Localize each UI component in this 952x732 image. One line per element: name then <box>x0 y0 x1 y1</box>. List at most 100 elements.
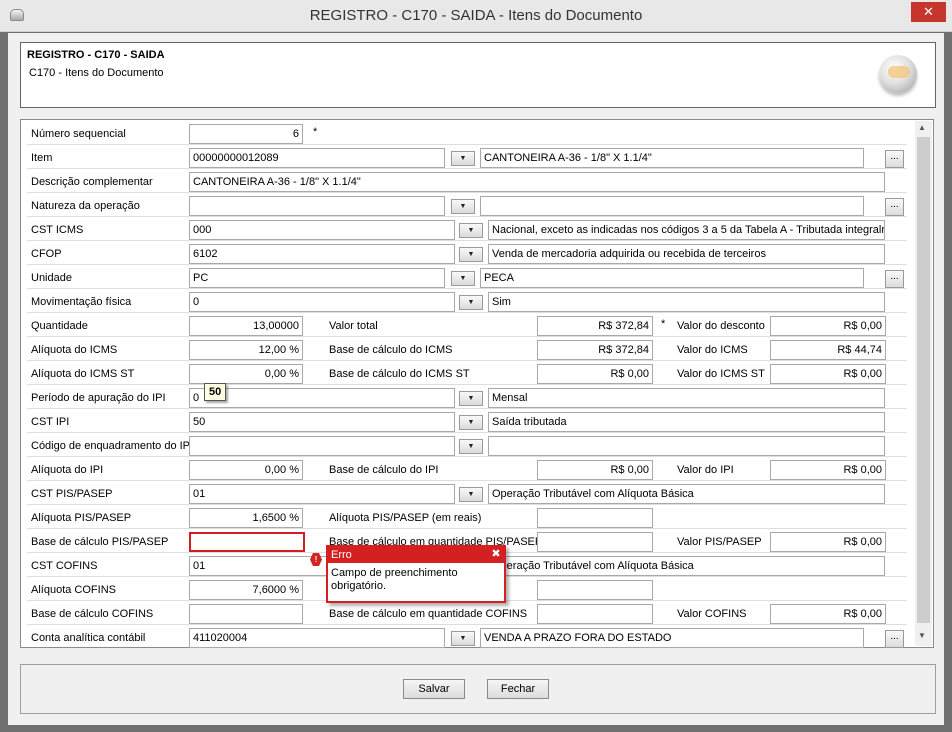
aliquota-cofins-input[interactable]: 7,6000 % <box>189 580 303 600</box>
error-popup-title: Erro <box>328 547 504 563</box>
title-bar[interactable]: REGISTRO - C170 - SAIDA - Itens do Docum… <box>0 0 952 32</box>
row-aliquota-icms: Alíquota do ICMS 12,00 % Base de cálculo… <box>27 339 907 361</box>
valor-pis-input[interactable]: R$ 0,00 <box>770 532 886 552</box>
cst-ipi-description-field[interactable]: Saída tributada <box>488 412 885 432</box>
dialog-body: REGISTRO - C170 - SAIDA C170 - Itens do … <box>8 33 944 725</box>
base-icms-st-input[interactable]: R$ 0,00 <box>537 364 653 384</box>
aliquota-icms-input[interactable]: 12,00 % <box>189 340 303 360</box>
cst-pis-code-input[interactable]: 01 <box>189 484 455 504</box>
row-aliquota-ipi: Alíquota do IPI 0,00 % Base de cálculo d… <box>27 459 907 481</box>
valor-desconto-input[interactable]: R$ 0,00 <box>770 316 886 336</box>
natureza-operacao-label: Natureza da operação <box>31 200 140 212</box>
valor-ipi-input[interactable]: R$ 0,00 <box>770 460 886 480</box>
movimentacao-fisica-description-field[interactable]: Sim <box>488 292 885 312</box>
scrollbar-thumb[interactable] <box>917 137 930 623</box>
cst-cofins-description-field[interactable]: Operação Tributável com Alíquota Básica <box>488 556 885 576</box>
unidade-description-field[interactable]: PECA <box>480 268 864 288</box>
descricao-complementar-label: Descrição complementar <box>31 176 153 188</box>
cfop-description-field[interactable]: Venda de mercadoria adquirida ou recebid… <box>488 244 885 264</box>
periodo-ipi-code-input[interactable]: 0 <box>189 388 455 408</box>
conta-analitica-description-field[interactable]: VENDA A PRAZO FORA DO ESTADO <box>480 628 864 648</box>
base-icms-input[interactable]: R$ 372,84 <box>537 340 653 360</box>
cst-pis-dropdown-button[interactable]: ▼ <box>459 487 483 502</box>
row-quantidade: Quantidade 13,00000 Valor total R$ 372,8… <box>27 315 907 337</box>
more-icon: ... <box>890 631 899 642</box>
vertical-scrollbar[interactable]: ▲ ▼ <box>915 121 932 646</box>
cst-ipi-dropdown-button[interactable]: ▼ <box>459 415 483 430</box>
aliquota-pis-input[interactable]: 1,6500 % <box>189 508 303 528</box>
close-window-button[interactable]: ✕ <box>911 2 946 22</box>
cfop-code-input[interactable]: 6102 <box>189 244 455 264</box>
error-popup-message: Campo de preenchimento obrigatório. <box>331 567 458 592</box>
quantidade-input[interactable]: 13,00000 <box>189 316 303 336</box>
natureza-operacao-code-input[interactable] <box>189 196 445 216</box>
window-title: REGISTRO - C170 - SAIDA - Itens do Docum… <box>309 7 643 24</box>
valor-icms-st-input[interactable]: R$ 0,00 <box>770 364 886 384</box>
natureza-operacao-description-field[interactable] <box>480 196 864 216</box>
app-logo-icon <box>879 55 917 93</box>
footer-panel: Salvar Fechar <box>20 664 936 714</box>
descricao-complementar-input[interactable]: CANTONEIRA A-36 - 1/8" X 1.1/4" <box>189 172 885 192</box>
aliquota-cofins-reais-input[interactable] <box>537 580 653 600</box>
chevron-down-icon: ▼ <box>467 443 475 450</box>
unidade-code-input[interactable]: PC <box>189 268 445 288</box>
row-aliquota-pis: Alíquota PIS/PASEP 1,6500 % Alíquota PIS… <box>27 507 907 529</box>
aliquota-ipi-input[interactable]: 0,00 % <box>189 460 303 480</box>
cfop-dropdown-button[interactable]: ▼ <box>459 247 483 262</box>
cst-icms-dropdown-button[interactable]: ▼ <box>459 223 483 238</box>
base-pis-input[interactable] <box>189 532 305 552</box>
close-button[interactable]: Fechar <box>487 679 549 699</box>
conta-analitica-code-input[interactable]: 411020004 <box>189 628 445 648</box>
row-cst-pis: CST PIS/PASEP 01 ▼ Operação Tributável c… <box>27 483 907 505</box>
cst-ipi-code-input[interactable]: 50 <box>189 412 455 432</box>
save-button[interactable]: Salvar <box>403 679 465 699</box>
base-ipi-input[interactable]: R$ 0,00 <box>537 460 653 480</box>
valor-total-label: Valor total <box>329 320 378 332</box>
item-code-input[interactable]: 00000000012089 <box>189 148 445 168</box>
item-dropdown-button[interactable]: ▼ <box>451 151 475 166</box>
cst-icms-code-input[interactable]: 000 <box>189 220 455 240</box>
aliquota-pis-reais-input[interactable] <box>537 508 653 528</box>
periodo-ipi-description-field[interactable]: Mensal <box>488 388 885 408</box>
periodo-ipi-dropdown-button[interactable]: ▼ <box>459 391 483 406</box>
page-subtitle: C170 - Itens do Documento <box>29 67 164 79</box>
base-pis-qtd-input[interactable] <box>537 532 653 552</box>
aliquota-icms-st-input[interactable]: 0,00 % <box>189 364 303 384</box>
conta-analitica-dropdown-button[interactable]: ▼ <box>451 631 475 646</box>
enquadramento-tooltip: 50 <box>204 383 227 401</box>
natureza-operacao-dropdown-button[interactable]: ▼ <box>451 199 475 214</box>
row-aliquota-icms-st: Alíquota do ICMS ST 0,00 % Base de cálcu… <box>27 363 907 385</box>
valor-cofins-input[interactable]: R$ 0,00 <box>770 604 886 624</box>
valor-ipi-label: Valor do IPI <box>677 464 734 476</box>
numero-sequencial-input[interactable]: 6 <box>189 124 303 144</box>
conta-analitica-lookup-button[interactable]: ... <box>885 630 904 648</box>
base-cofins-qtd-input[interactable] <box>537 604 653 624</box>
item-description-field[interactable]: CANTONEIRA A-36 - 1/8" X 1.1/4" <box>480 148 864 168</box>
row-cst-ipi: CST IPI 50 ▼ Saída tributada <box>27 411 907 433</box>
scroll-up-icon[interactable]: ▲ <box>918 123 926 132</box>
error-popup-close-icon[interactable]: ✖ <box>490 548 502 561</box>
codigo-enquadramento-ipi-dropdown-button[interactable]: ▼ <box>459 439 483 454</box>
cst-ipi-label: CST IPI <box>31 416 70 428</box>
row-codigo-enquadramento-ipi: Código de enquadramento do IPI ▼ <box>27 435 907 457</box>
unidade-lookup-button[interactable]: ... <box>885 270 904 288</box>
natureza-operacao-lookup-button[interactable]: ... <box>885 198 904 216</box>
base-cofins-input[interactable] <box>189 604 303 624</box>
codigo-enquadramento-ipi-code-input[interactable] <box>189 436 455 456</box>
aliquota-pis-reais-label: Alíquota PIS/PASEP (em reais) <box>329 512 482 524</box>
valor-total-input[interactable]: R$ 372,84 <box>537 316 653 336</box>
chevron-down-icon: ▼ <box>459 275 467 282</box>
movimentacao-fisica-dropdown-button[interactable]: ▼ <box>459 295 483 310</box>
item-lookup-button[interactable]: ... <box>885 150 904 168</box>
movimentacao-fisica-code-input[interactable]: 0 <box>189 292 455 312</box>
cst-pis-description-field[interactable]: Operação Tributável com Alíquota Básica <box>488 484 885 504</box>
codigo-enquadramento-ipi-description-field[interactable] <box>488 436 885 456</box>
numero-sequencial-label: Número sequencial <box>31 128 126 140</box>
unidade-dropdown-button[interactable]: ▼ <box>451 271 475 286</box>
scroll-down-icon[interactable]: ▼ <box>918 631 926 640</box>
cst-icms-label: CST ICMS <box>31 224 84 236</box>
cst-icms-description-field[interactable]: Nacional, exceto as indicadas nos código… <box>488 220 885 240</box>
base-cofins-qtd-label: Base de cálculo em quantidade COFINS <box>329 608 528 620</box>
valor-icms-input[interactable]: R$ 44,74 <box>770 340 886 360</box>
row-descricao-complementar: Descrição complementar CANTONEIRA A-36 -… <box>27 171 907 193</box>
